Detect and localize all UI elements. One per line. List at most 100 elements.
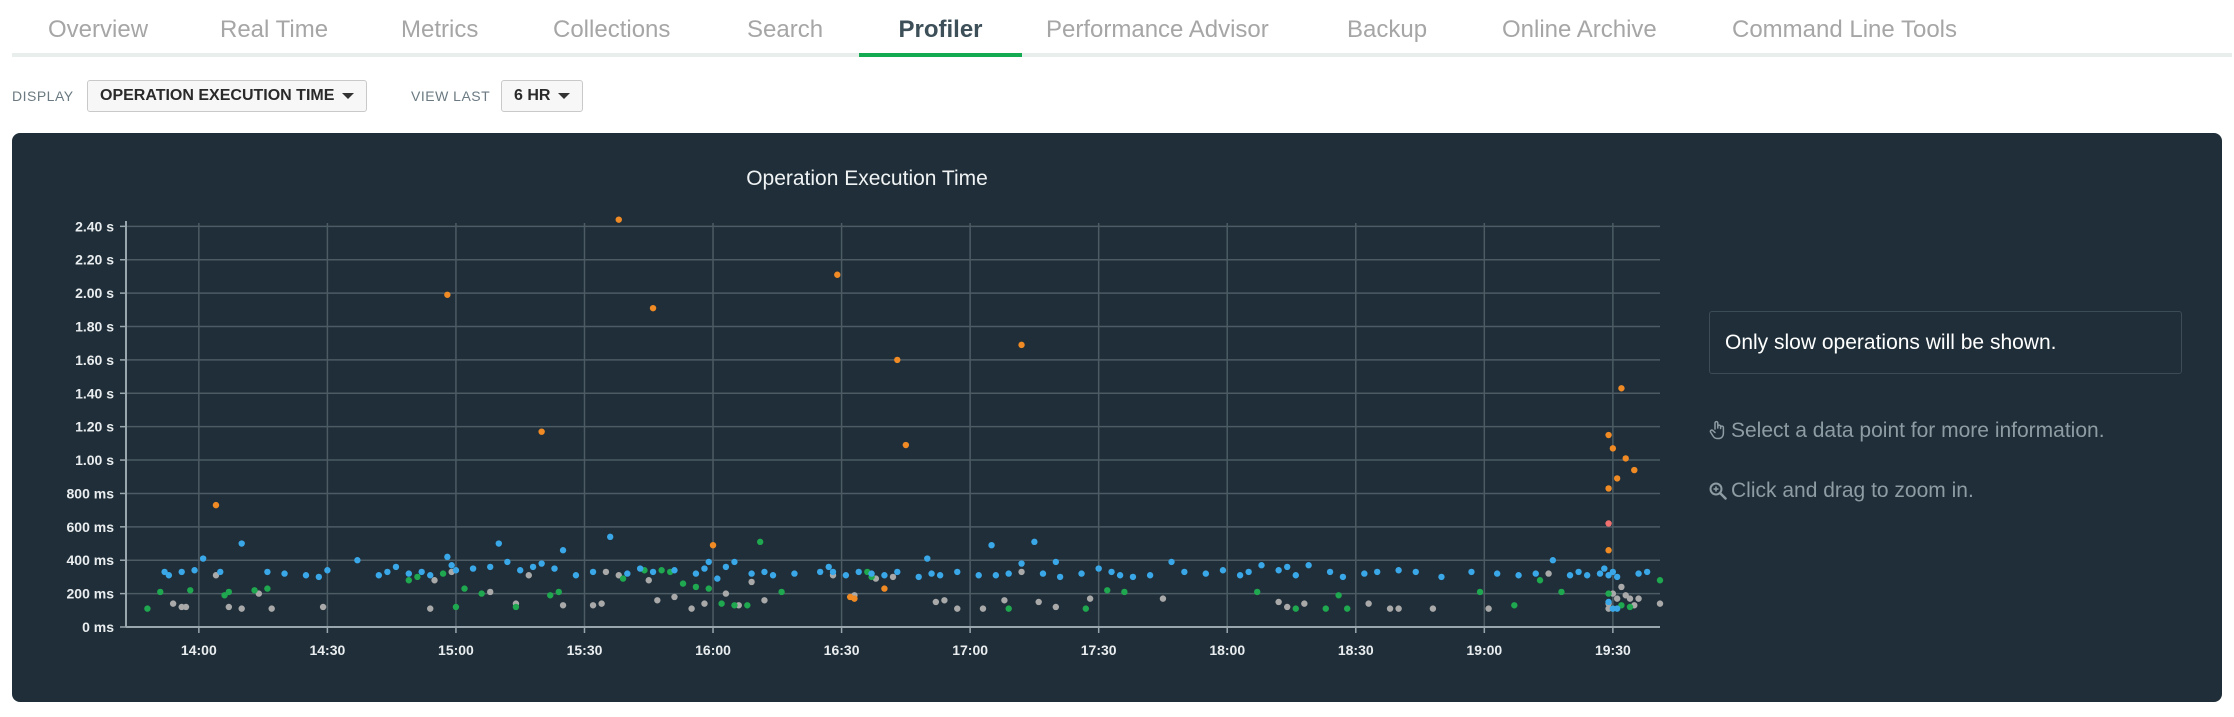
data-point-blue[interactable] bbox=[1373, 568, 1381, 576]
data-point-blue[interactable] bbox=[829, 568, 837, 576]
data-point-green[interactable] bbox=[705, 585, 712, 592]
data-point-gray[interactable] bbox=[602, 568, 610, 576]
data-point-blue[interactable] bbox=[692, 570, 700, 577]
data-point-green[interactable] bbox=[731, 602, 738, 609]
data-point-blue[interactable] bbox=[975, 572, 982, 579]
data-point-blue[interactable] bbox=[405, 570, 413, 577]
data-point-orange[interactable] bbox=[538, 428, 545, 435]
data-point-blue[interactable] bbox=[1031, 538, 1038, 546]
data-point-blue[interactable] bbox=[165, 572, 173, 579]
data-point-green[interactable] bbox=[1104, 587, 1111, 594]
data-point-orange[interactable] bbox=[1613, 475, 1621, 482]
data-point-blue[interactable] bbox=[354, 557, 361, 564]
data-point-blue[interactable] bbox=[1395, 567, 1402, 574]
data-point-gray[interactable] bbox=[319, 603, 327, 611]
data-point-green[interactable] bbox=[461, 585, 468, 592]
data-point-blue[interactable] bbox=[1056, 573, 1064, 581]
data-point-blue[interactable] bbox=[769, 572, 777, 579]
data-point-green[interactable] bbox=[619, 575, 627, 582]
data-point-blue[interactable] bbox=[238, 540, 245, 547]
data-point-blue[interactable] bbox=[868, 570, 875, 577]
tab-command-line-tools[interactable]: Command Line Tools bbox=[1732, 0, 1957, 58]
data-point-blue[interactable] bbox=[714, 575, 721, 582]
data-point-blue[interactable] bbox=[1275, 567, 1282, 574]
data-point-blue[interactable] bbox=[791, 570, 798, 577]
data-point-gray[interactable] bbox=[1086, 595, 1094, 602]
data-point-green[interactable] bbox=[1536, 577, 1544, 584]
data-point-blue[interactable] bbox=[825, 563, 832, 571]
data-point-orange[interactable] bbox=[902, 441, 910, 449]
data-point-blue[interactable] bbox=[1005, 570, 1012, 577]
data-point-orange[interactable] bbox=[1622, 455, 1629, 462]
data-point-blue[interactable] bbox=[928, 570, 935, 577]
data-point-green[interactable] bbox=[744, 602, 751, 609]
data-point-green[interactable] bbox=[679, 580, 687, 587]
data-point-blue[interactable] bbox=[1412, 568, 1419, 576]
data-point-green[interactable] bbox=[157, 588, 164, 596]
data-point-blue[interactable] bbox=[572, 572, 580, 579]
data-point-blue[interactable] bbox=[816, 568, 824, 576]
data-point-green[interactable] bbox=[1476, 588, 1484, 596]
data-point-blue[interactable] bbox=[936, 572, 944, 579]
data-point-orange[interactable] bbox=[1018, 341, 1025, 349]
data-point-green[interactable] bbox=[1082, 605, 1090, 612]
data-point-blue[interactable] bbox=[199, 555, 207, 562]
data-point-blue[interactable] bbox=[842, 572, 850, 579]
data-point-blue[interactable] bbox=[1202, 570, 1209, 577]
data-point-gray[interactable] bbox=[1429, 605, 1437, 612]
data-point-blue[interactable] bbox=[529, 563, 537, 571]
data-point-blue[interactable] bbox=[1549, 557, 1557, 564]
data-point-orange[interactable] bbox=[615, 216, 622, 223]
data-point-gray[interactable] bbox=[225, 603, 233, 611]
data-point-red[interactable] bbox=[1605, 520, 1612, 527]
data-point-gray[interactable] bbox=[979, 605, 987, 612]
data-point-gray[interactable] bbox=[238, 605, 245, 612]
data-point-green[interactable] bbox=[778, 588, 785, 596]
data-point-green[interactable] bbox=[756, 538, 764, 546]
data-point-blue[interactable] bbox=[517, 567, 524, 574]
data-point-green[interactable] bbox=[1511, 602, 1518, 609]
view-last-dropdown[interactable]: 6 HR bbox=[501, 80, 584, 112]
data-point-gray[interactable] bbox=[688, 605, 695, 612]
data-point-blue[interactable] bbox=[1575, 568, 1582, 576]
data-point-gray[interactable] bbox=[1365, 600, 1372, 607]
data-point-blue[interactable] bbox=[1583, 572, 1591, 579]
data-point-blue[interactable] bbox=[1468, 568, 1475, 576]
data-point-blue[interactable] bbox=[1168, 558, 1175, 566]
data-point-gray[interactable] bbox=[941, 597, 948, 604]
data-point-green[interactable] bbox=[658, 567, 665, 574]
data-point-green[interactable] bbox=[1344, 605, 1351, 612]
data-point-blue[interactable] bbox=[1438, 573, 1445, 581]
data-point-gray[interactable] bbox=[1613, 595, 1621, 602]
data-point-orange[interactable] bbox=[1609, 445, 1617, 452]
data-point-blue[interactable] bbox=[1018, 560, 1025, 567]
data-point-gray[interactable] bbox=[761, 597, 768, 604]
data-point-blue[interactable] bbox=[761, 568, 768, 576]
data-point-orange[interactable] bbox=[649, 304, 657, 312]
data-point-blue[interactable] bbox=[1245, 568, 1252, 576]
data-point-gray[interactable] bbox=[645, 577, 652, 584]
data-point-blue[interactable] bbox=[1596, 570, 1604, 577]
data-point-blue[interactable] bbox=[178, 568, 185, 576]
data-point-blue[interactable] bbox=[1609, 568, 1617, 576]
data-point-blue[interactable] bbox=[495, 540, 502, 547]
data-point-gray[interactable] bbox=[889, 573, 897, 581]
data-point-green[interactable] bbox=[1322, 605, 1329, 612]
data-point-blue[interactable] bbox=[649, 568, 657, 576]
data-point-blue[interactable] bbox=[1493, 570, 1501, 577]
data-point-gray[interactable] bbox=[701, 600, 708, 607]
data-point-gray[interactable] bbox=[182, 603, 190, 611]
data-point-blue[interactable] bbox=[384, 568, 391, 576]
data-point-blue[interactable] bbox=[448, 562, 455, 569]
data-point-blue[interactable] bbox=[988, 541, 995, 549]
data-point-green[interactable] bbox=[1121, 588, 1128, 596]
data-point-blue[interactable] bbox=[264, 568, 271, 576]
data-point-blue[interactable] bbox=[1219, 567, 1227, 574]
data-point-gray[interactable] bbox=[427, 605, 434, 612]
data-point-gray[interactable] bbox=[671, 593, 678, 601]
data-point-green[interactable] bbox=[512, 603, 520, 611]
data-point-green[interactable] bbox=[1656, 577, 1664, 584]
data-point-green[interactable] bbox=[478, 590, 485, 597]
tab-profiler[interactable]: Profiler bbox=[859, 0, 1022, 58]
data-point-blue[interactable] bbox=[855, 568, 862, 576]
